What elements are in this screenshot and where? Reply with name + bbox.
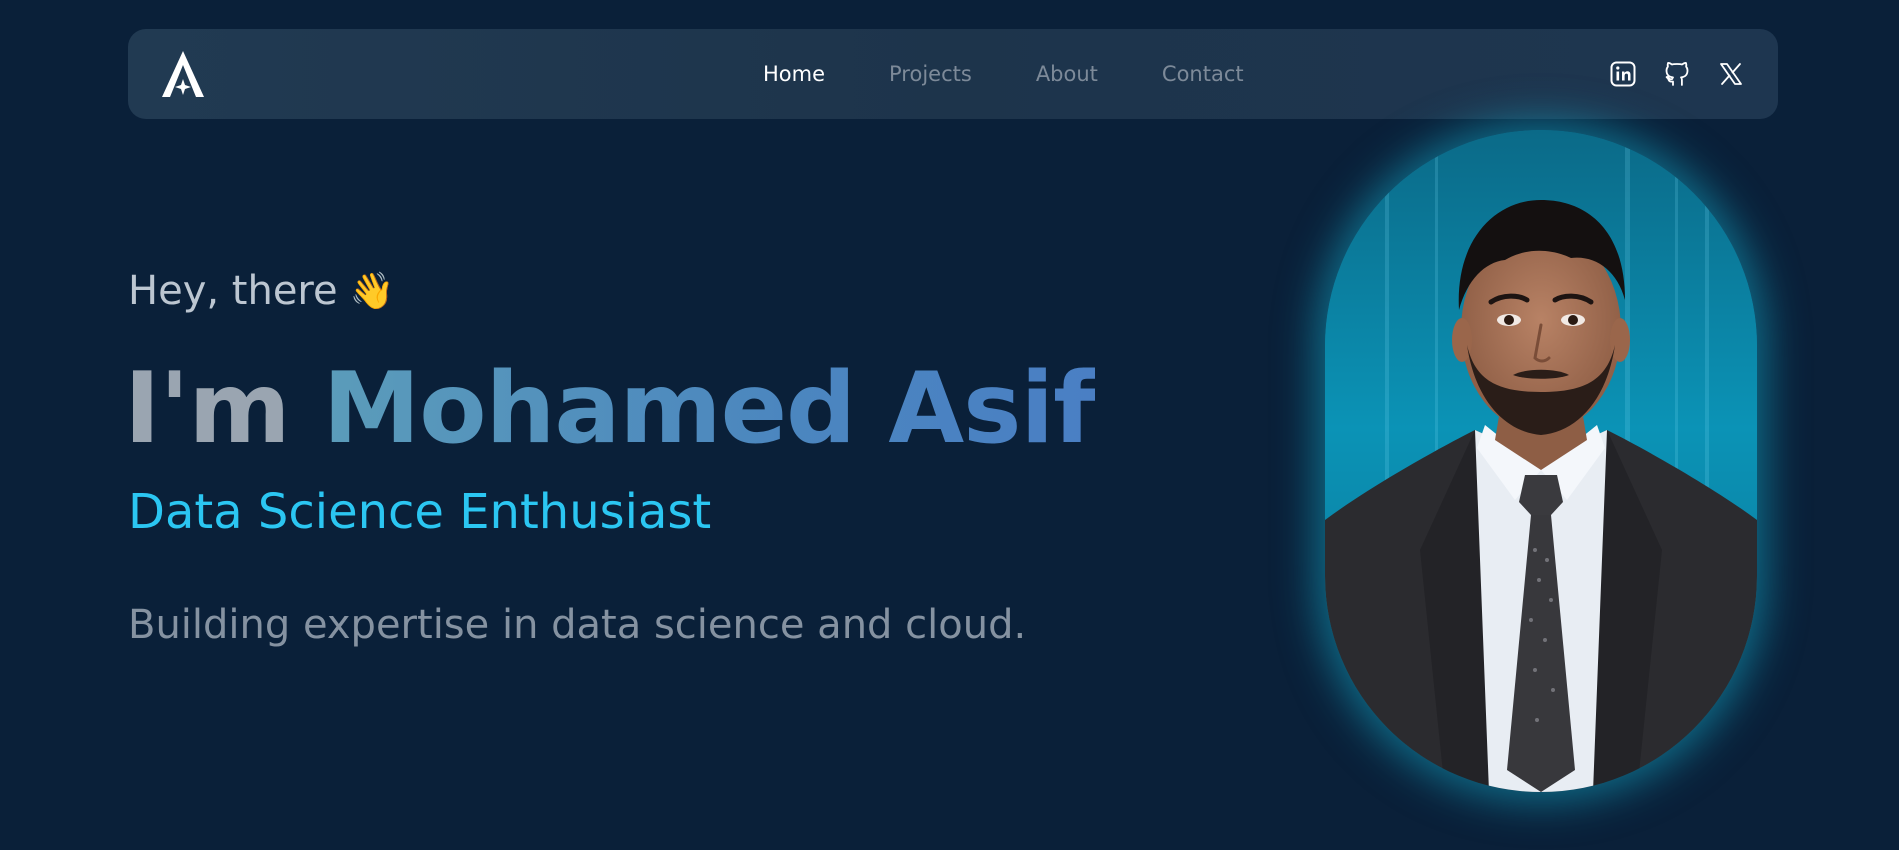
waving-hand-icon: 👋 — [349, 271, 395, 312]
page: Home Projects About Contact Hey, there 👋… — [0, 0, 1899, 850]
greeting-text: Hey, there — [128, 268, 338, 314]
logo-icon[interactable] — [158, 49, 208, 99]
nav-link-about[interactable]: About — [1036, 62, 1098, 86]
nav-link-contact[interactable]: Contact — [1162, 62, 1244, 86]
hero-tagline: Building expertise in data science and c… — [128, 602, 1027, 648]
social-links — [1608, 29, 1746, 119]
hero-headline: I'm Mohamed Asif — [124, 352, 1096, 466]
nav-link-home[interactable]: Home — [763, 62, 825, 86]
nav-link-projects[interactable]: Projects — [889, 62, 972, 86]
github-icon[interactable] — [1662, 59, 1692, 89]
profile-photo — [1325, 130, 1757, 792]
x-icon[interactable] — [1716, 59, 1746, 89]
hero-role: Data Science Enthusiast — [128, 484, 712, 540]
navbar: Home Projects About Contact — [128, 29, 1778, 119]
hero-name: Mohamed Asif — [322, 352, 1096, 466]
greeting: Hey, there 👋 — [128, 268, 394, 314]
nav-links: Home Projects About Contact — [763, 29, 1244, 119]
linkedin-icon[interactable] — [1608, 59, 1638, 89]
headline-prefix: I'm — [124, 352, 291, 466]
